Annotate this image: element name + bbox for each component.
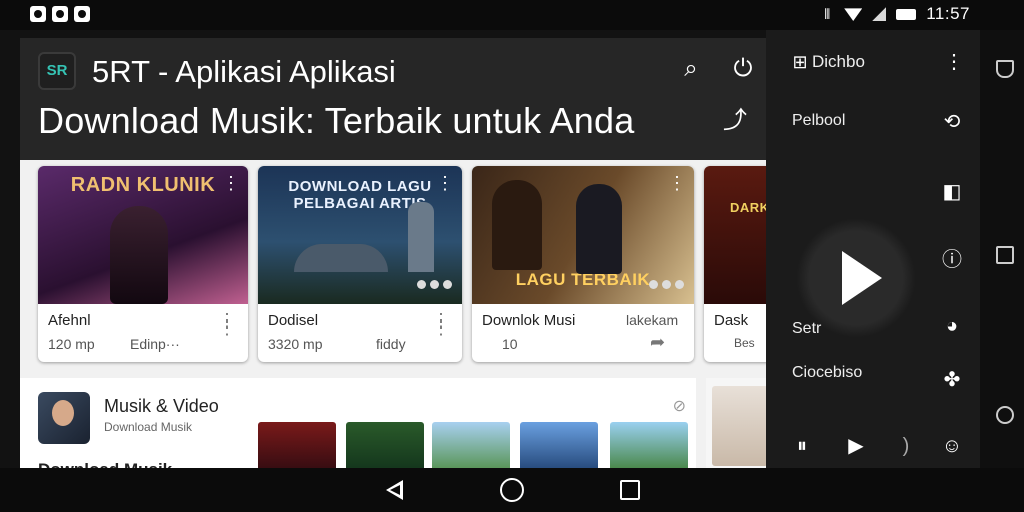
- pie-icon[interactable]: ◕: [940, 314, 964, 338]
- clock: 11:57: [926, 4, 970, 23]
- thumbnail[interactable]: [258, 422, 336, 468]
- card-extra: lakekam: [626, 312, 679, 328]
- artist-figure: [492, 180, 542, 270]
- more-vert-icon[interactable]: ⋮: [436, 174, 454, 192]
- featured-section[interactable]: Musik & Video Download Musik ⊘ Download …: [20, 378, 696, 468]
- grid-icon[interactable]: ✤: [940, 368, 964, 392]
- card-meta: Bes: [734, 336, 755, 350]
- more-vert-icon[interactable]: ⋮: [222, 174, 240, 192]
- card-artwork: RADN KLUNIK: [38, 166, 248, 304]
- side-thumbnail[interactable]: [706, 378, 768, 468]
- screen: ⦀ 11:57 SR 5RT - Aplikasi Aplikasi Downl…: [0, 0, 1024, 512]
- notification-icon: [52, 6, 68, 22]
- signal-icon: [872, 7, 887, 21]
- panel-item-label[interactable]: Pelbool: [792, 112, 845, 130]
- power-icon[interactable]: ⏻: [728, 54, 758, 84]
- card-title: Dask: [714, 312, 749, 329]
- square-icon[interactable]: [996, 246, 1014, 264]
- card-meta: 10: [502, 336, 518, 352]
- player-panel: ⊞ Dichbo ⋮ Pelbool ⟲ ◧ ⓘ Setr ◕ Ciocebis…: [766, 30, 980, 468]
- building-figure: [408, 202, 434, 272]
- section-subtitle: Download Musik: [104, 420, 193, 434]
- shield-icon[interactable]: ◧: [940, 180, 964, 204]
- card-art-text: RADN KLUNIK: [70, 174, 216, 196]
- share-icon[interactable]: ⤴: [720, 106, 750, 136]
- artist-avatar: [38, 392, 90, 444]
- app-title: 5RT - Aplikasi Aplikasi: [92, 54, 396, 89]
- grid-icon[interactable]: ⊞: [788, 50, 812, 74]
- pagination-dots: [417, 280, 452, 289]
- card-artwork: DARK: [704, 166, 768, 304]
- panel-item-label[interactable]: Setr: [792, 320, 821, 338]
- notification-icon: [30, 6, 46, 22]
- settings-icon[interactable]: ☺: [940, 434, 964, 458]
- more-vert-icon[interactable]: ⋮ ⋮: [218, 311, 236, 337]
- thumbnail[interactable]: [520, 422, 598, 468]
- music-card[interactable]: LAGU TERBAIK ⋮ Downlok Musi lakekam 10 ➦: [472, 166, 694, 362]
- app-logo[interactable]: SR: [38, 52, 76, 90]
- more-vert-icon[interactable]: ⋮ ⋮: [432, 311, 450, 337]
- card-extra: Edinp···: [130, 336, 180, 352]
- home-icon[interactable]: [500, 478, 524, 502]
- logo-text: SR: [46, 62, 68, 79]
- pagination-dots: [649, 280, 684, 289]
- share-icon[interactable]: ➦: [650, 332, 665, 353]
- panel-item-label[interactable]: Ciocebiso: [792, 364, 862, 382]
- wifi-icon: [844, 8, 863, 21]
- music-card[interactable]: DARK ⋮ Dask Bes: [704, 166, 768, 362]
- back-icon[interactable]: [383, 478, 407, 502]
- card-row: RADN KLUNIK ⋮ Afehnl 120 mp Edinp··· ⋮ ⋮ …: [38, 166, 768, 366]
- sync-icon[interactable]: ⟲: [940, 110, 964, 134]
- app-header: SR 5RT - Aplikasi Aplikasi Download Musi…: [20, 38, 768, 160]
- card-title: Downlok Musi: [482, 312, 576, 329]
- card-art-text: DARK: [730, 200, 768, 215]
- notification-icons: [30, 6, 90, 22]
- battery-icon: [896, 8, 917, 20]
- more-vert-icon[interactable]: ⋮: [668, 174, 686, 192]
- system-side-strip: [980, 30, 1024, 468]
- thumbnail[interactable]: [610, 422, 688, 468]
- card-meta: 3320 mp: [268, 336, 323, 352]
- app-window: SR 5RT - Aplikasi Aplikasi Download Musi…: [20, 38, 768, 468]
- card-title: Dodisel: [268, 312, 319, 329]
- card-extra: fiddy: [376, 336, 406, 352]
- status-bar: ⦀ 11:57: [0, 0, 1024, 30]
- section-title: Musik & Video: [104, 396, 219, 416]
- thumbnail[interactable]: [432, 422, 510, 468]
- card-meta: 120 mp: [48, 336, 95, 352]
- notification-icon: [74, 6, 90, 22]
- page-title: Download Musik: Terbaik untuk Anda: [38, 100, 635, 141]
- bookmark-icon[interactable]: [996, 60, 1014, 78]
- card-title: Afehnl: [48, 312, 91, 329]
- info-icon[interactable]: ⓘ: [940, 248, 964, 272]
- pause-icon[interactable]: ⏸: [790, 434, 814, 458]
- section-footer: Download Musik: [38, 460, 172, 468]
- panel-header-label: Dichbo: [812, 52, 865, 71]
- navigation-bar: [0, 468, 1024, 512]
- volume-icon[interactable]: ): [894, 434, 918, 458]
- system-indicators: ⦀ 11:57: [820, 4, 970, 24]
- search-icon[interactable]: ⌕: [676, 54, 706, 84]
- circle-icon[interactable]: [996, 406, 1014, 424]
- artist-figure: [576, 184, 622, 274]
- recents-icon[interactable]: [620, 480, 640, 500]
- thumbnail-image: [712, 386, 768, 466]
- vibrate-icon: ⦀: [824, 6, 831, 22]
- music-card[interactable]: DOWNLOAD LAGU PELBAGAI ARTIS ⋮ Dodisel 3…: [258, 166, 462, 362]
- play-icon[interactable]: ▶: [844, 434, 868, 458]
- more-vert-icon[interactable]: ⋮: [942, 50, 966, 74]
- link-icon[interactable]: ⊘: [673, 396, 686, 416]
- thumbnail[interactable]: [346, 422, 424, 468]
- music-card[interactable]: RADN KLUNIK ⋮ Afehnl 120 mp Edinp··· ⋮ ⋮: [38, 166, 248, 362]
- building-figure: [294, 244, 388, 272]
- artist-figure: [110, 206, 168, 304]
